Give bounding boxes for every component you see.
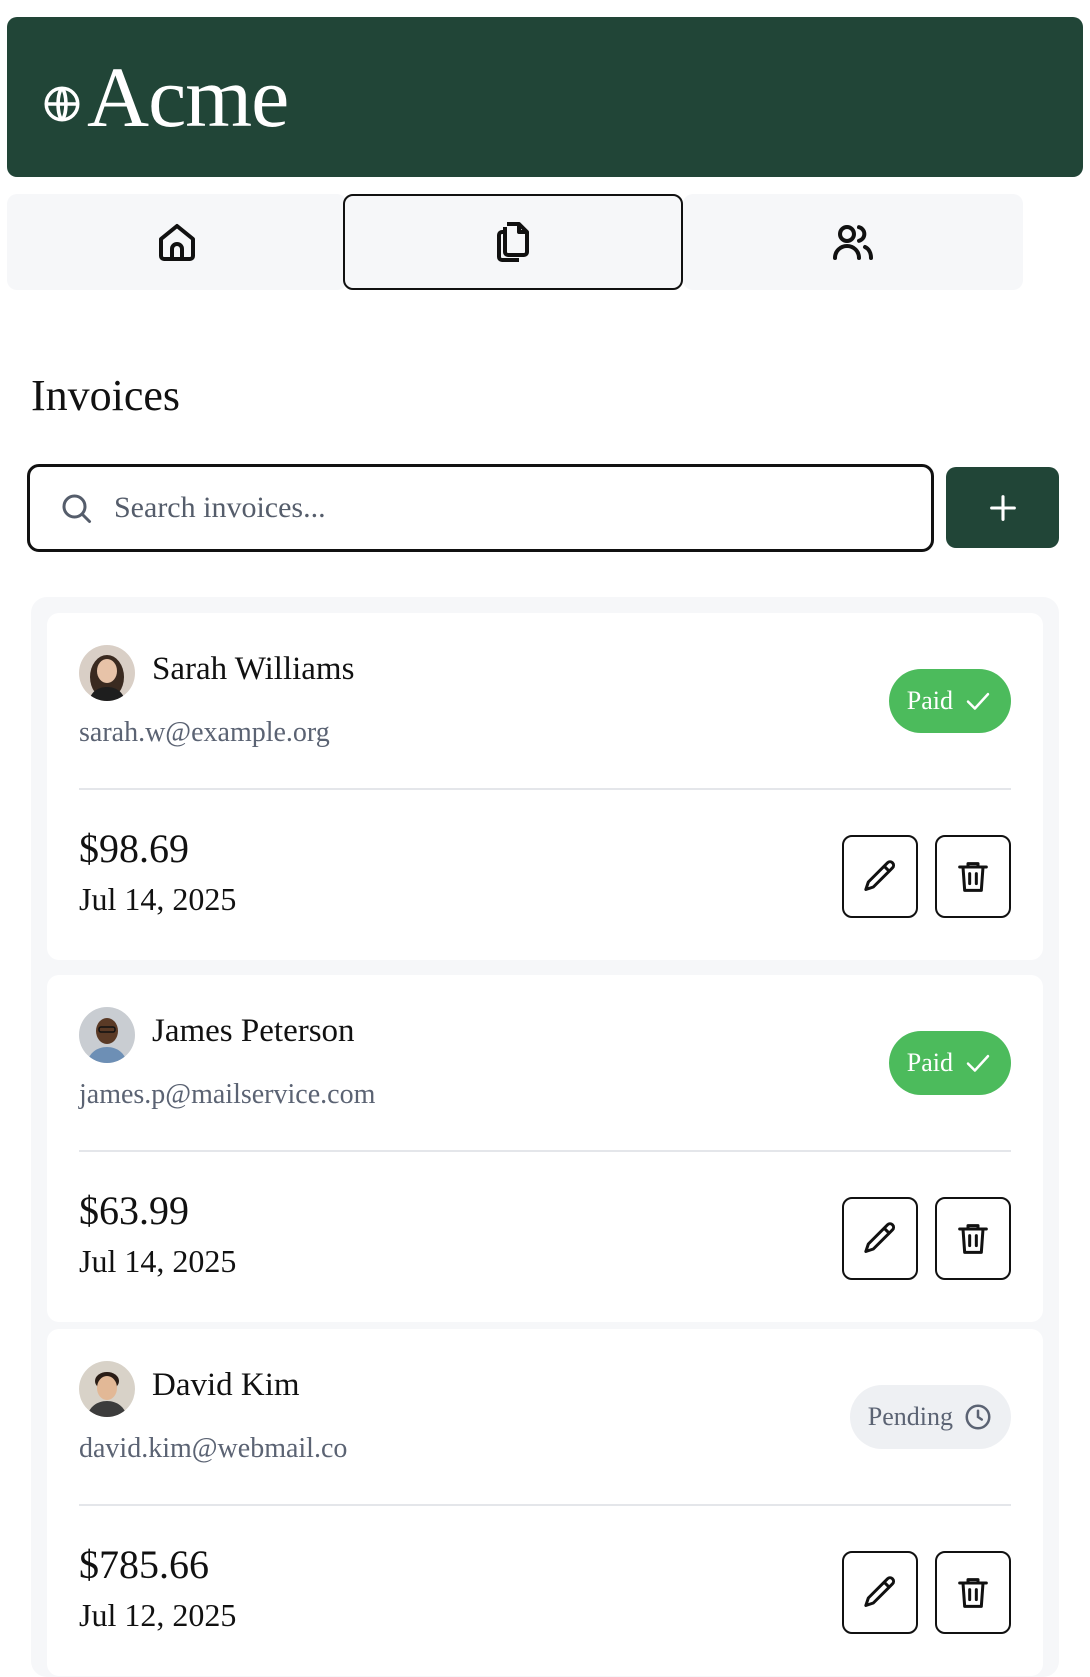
status-badge: Paid bbox=[888, 1031, 1011, 1095]
avatar bbox=[79, 1007, 135, 1063]
tab-home[interactable] bbox=[7, 194, 347, 290]
edit-button[interactable] bbox=[842, 1197, 918, 1280]
invoice-card: James Peterson james.p@mailservice.com P… bbox=[47, 975, 1043, 1322]
tab-customers[interactable] bbox=[683, 194, 1023, 290]
search-icon bbox=[62, 494, 91, 523]
check-icon bbox=[966, 692, 990, 710]
invoice-card: David Kim david.kim@webmail.co Pending $… bbox=[47, 1329, 1043, 1676]
edit-button[interactable] bbox=[842, 1551, 918, 1634]
tab-invoices[interactable] bbox=[343, 194, 683, 290]
invoice-date: Jul 14, 2025 bbox=[79, 881, 237, 917]
customer-name: James Peterson bbox=[152, 1013, 355, 1049]
edit-button[interactable] bbox=[842, 835, 918, 918]
delete-button[interactable] bbox=[935, 1551, 1011, 1634]
invoice-amount: $98.69 bbox=[79, 826, 189, 871]
status-badge: Pending bbox=[849, 1385, 1011, 1449]
divider bbox=[79, 1504, 1011, 1506]
app-logo-text: Acme bbox=[87, 49, 289, 145]
invoice-card: Sarah Williams sarah.w@example.org Paid … bbox=[47, 613, 1043, 960]
customer-email: james.p@mailservice.com bbox=[79, 1079, 376, 1110]
status-label: Paid bbox=[906, 1048, 953, 1077]
invoice-date: Jul 14, 2025 bbox=[79, 1243, 237, 1279]
nav-tabs bbox=[7, 194, 1067, 290]
customer-email: sarah.w@example.org bbox=[79, 717, 330, 748]
page-title: Invoices bbox=[31, 371, 181, 420]
search-input[interactable] bbox=[114, 491, 931, 525]
clock-icon bbox=[965, 1404, 991, 1430]
status-badge: Paid bbox=[888, 669, 1011, 733]
check-icon bbox=[966, 1054, 990, 1072]
trash-icon bbox=[958, 1223, 988, 1254]
delete-button[interactable] bbox=[935, 835, 1011, 918]
trash-icon bbox=[958, 861, 988, 892]
invoice-amount: $63.99 bbox=[79, 1188, 189, 1233]
status-label: Pending bbox=[867, 1402, 953, 1431]
home-icon bbox=[159, 224, 195, 261]
globe-icon bbox=[44, 86, 80, 122]
pencil-icon bbox=[864, 1575, 896, 1607]
avatar bbox=[79, 1361, 135, 1417]
search-bar bbox=[27, 464, 934, 552]
divider bbox=[79, 1150, 1011, 1152]
documents-icon bbox=[497, 222, 529, 262]
users-icon bbox=[833, 225, 873, 260]
status-label: Paid bbox=[906, 686, 953, 715]
trash-icon bbox=[958, 1577, 988, 1608]
app-header: Acme bbox=[7, 17, 1083, 177]
customer-name: Sarah Williams bbox=[152, 651, 355, 687]
customer-name: David Kim bbox=[152, 1367, 300, 1403]
avatar bbox=[79, 645, 135, 701]
pencil-icon bbox=[864, 1221, 896, 1253]
add-invoice-button[interactable] bbox=[946, 467, 1059, 548]
pencil-icon bbox=[864, 859, 896, 891]
plus-icon bbox=[989, 494, 1016, 521]
customer-email: david.kim@webmail.co bbox=[79, 1433, 348, 1464]
invoice-amount: $785.66 bbox=[79, 1542, 209, 1587]
divider bbox=[79, 788, 1011, 790]
invoice-date: Jul 12, 2025 bbox=[79, 1597, 237, 1633]
delete-button[interactable] bbox=[935, 1197, 1011, 1280]
